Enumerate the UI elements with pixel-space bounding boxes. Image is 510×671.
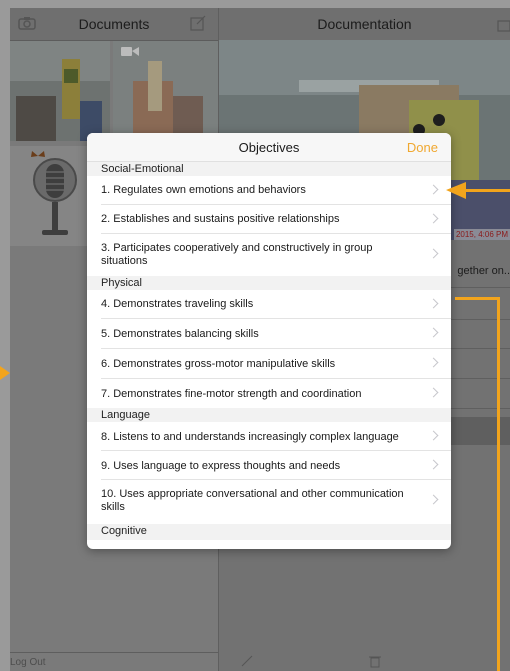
- chevron-right-icon: [428, 494, 439, 505]
- objective-row[interactable]: 8. Listens to and understands increasing…: [87, 422, 451, 451]
- arrow-head-right-icon: [0, 366, 10, 380]
- chevron-right-icon: [428, 430, 439, 440]
- documentation-title: Documentation: [317, 16, 412, 32]
- done-button[interactable]: Done: [407, 140, 438, 155]
- edit-icon[interactable]: [241, 655, 253, 667]
- chevron-right-icon: [428, 213, 439, 223]
- annotation-line: [455, 297, 499, 300]
- video-icon: [121, 47, 139, 56]
- objective-row[interactable]: 2. Establishes and sustains positive rel…: [87, 205, 451, 234]
- compose-icon[interactable]: [190, 15, 206, 31]
- objectives-popover: Objectives Done Social-Emotional 1. Regu…: [87, 133, 451, 549]
- chevron-right-icon: [428, 327, 439, 338]
- section-header: Cognitive: [87, 524, 451, 540]
- objective-row[interactable]: 3. Participates cooperatively and constr…: [87, 234, 451, 276]
- documentation-header: Documentation: [219, 8, 510, 41]
- objective-row[interactable]: 6. Demonstrates gross-motor manipulative…: [87, 349, 451, 379]
- chevron-right-icon: [428, 357, 439, 368]
- annotation-line: [497, 297, 500, 671]
- popover-title: Objectives: [238, 140, 300, 155]
- chevron-right-icon: [428, 248, 439, 259]
- documents-header: Documents: [10, 8, 218, 41]
- objective-row[interactable]: 7. Demonstrates fine-motor strength and …: [87, 379, 451, 408]
- section-header: Language: [87, 408, 451, 422]
- date-label: 2015, 4:06 PM: [453, 229, 510, 240]
- objective-row[interactable]: 5. Demonstrates balancing skills: [87, 319, 451, 349]
- objective-row[interactable]: 10. Uses appropriate conversational and …: [87, 480, 451, 522]
- logout-button[interactable]: Log Out: [10, 657, 46, 668]
- chevron-right-icon: [428, 387, 439, 397]
- microphone-icon: [33, 158, 77, 235]
- popover-header: Objectives Done: [87, 133, 451, 162]
- note-title[interactable]: gether on..: [457, 265, 510, 277]
- section-header: Social-Emotional: [87, 162, 451, 176]
- left-footer: Log Out: [10, 652, 218, 671]
- chevron-right-icon: [428, 298, 439, 308]
- photo-thumbnail-1[interactable]: [10, 41, 110, 141]
- objective-row[interactable]: 1. Regulates own emotions and behaviors: [87, 176, 451, 205]
- annotation-arrow: [463, 189, 510, 192]
- video-thumbnail[interactable]: [113, 41, 218, 141]
- clipped-row: [101, 545, 401, 549]
- arrow-head-left-icon: [446, 182, 466, 199]
- documents-title: Documents: [78, 16, 150, 32]
- chevron-right-icon: [428, 459, 439, 469]
- objective-row[interactable]: 4. Demonstrates traveling skills: [87, 290, 451, 319]
- share-icon[interactable]: [497, 16, 510, 32]
- objective-row[interactable]: 9. Uses language to express thoughts and…: [87, 451, 451, 480]
- chevron-right-icon: [428, 184, 439, 194]
- trash-icon[interactable]: [369, 655, 381, 668]
- section-header: Physical: [87, 276, 451, 290]
